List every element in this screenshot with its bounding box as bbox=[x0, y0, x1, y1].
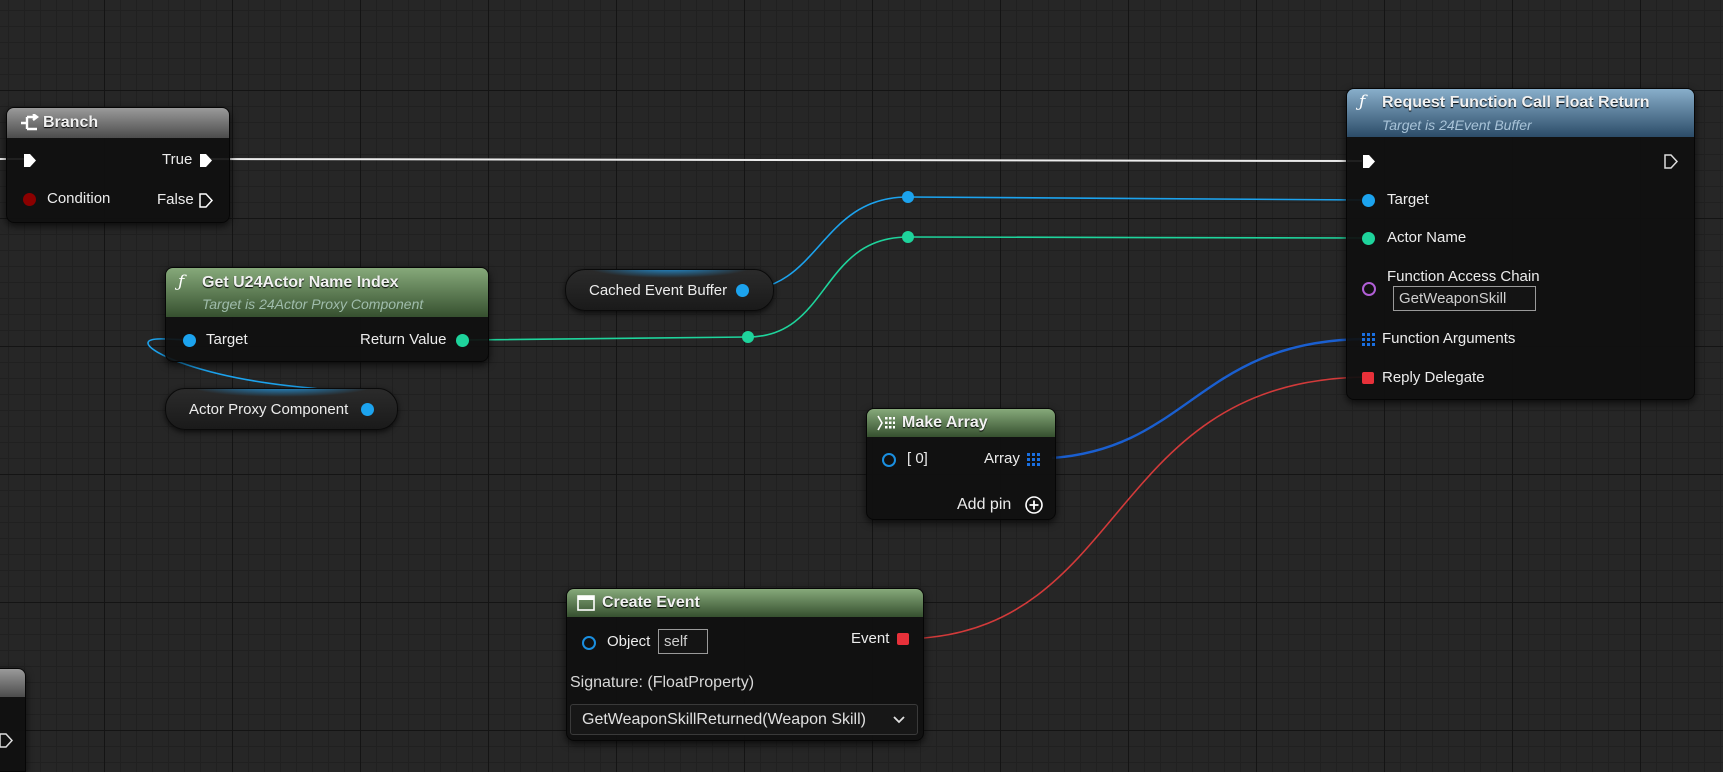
offscreen-exec-pin[interactable] bbox=[0, 733, 13, 748]
create-event-event-label: Event bbox=[851, 630, 890, 647]
make-array-array-pin[interactable] bbox=[1027, 453, 1040, 466]
get-name-index-target-label: Target bbox=[206, 331, 248, 348]
function-icon: ƒ bbox=[178, 272, 185, 292]
exec-wire bbox=[204, 158, 1363, 162]
get-name-index-target-pin[interactable] bbox=[183, 334, 196, 347]
get-name-index-return-pin[interactable] bbox=[456, 334, 469, 347]
request-function-access-chain-pin[interactable] bbox=[1362, 282, 1376, 296]
make-array-add-pin-label[interactable]: Add pin bbox=[957, 496, 1011, 514]
branch-true-label: True bbox=[162, 151, 193, 168]
create-event-header[interactable]: Create Event bbox=[567, 589, 923, 617]
request-reply-delegate-label: Reply Delegate bbox=[1382, 369, 1485, 386]
create-event-icon bbox=[577, 595, 595, 616]
request-function-arguments-label: Function Arguments bbox=[1382, 330, 1516, 347]
actor-proxy-component-label: Actor Proxy Component bbox=[189, 401, 349, 418]
request-exec-out-pin[interactable] bbox=[1664, 154, 1678, 169]
make-array-title: Make Array bbox=[902, 414, 988, 431]
cached-event-buffer-node[interactable]: Cached Event Buffer bbox=[565, 269, 774, 311]
request-actor-name-label: Actor Name bbox=[1387, 229, 1467, 246]
get-name-index-node[interactable]: ƒ Get U24Actor Name Index Target is 24Ac… bbox=[165, 267, 489, 362]
variable-glow bbox=[189, 389, 374, 397]
branch-node-header[interactable]: Branch bbox=[7, 108, 229, 138]
make-array-node[interactable]: Make Array [ 0] Array Add pin bbox=[866, 408, 1056, 520]
create-event-function-dropdown[interactable]: GetWeaponSkillReturned(Weapon Skill) bbox=[570, 704, 918, 735]
get-name-index-subtitle: Target is 24Actor Proxy Component bbox=[202, 296, 424, 312]
make-array-element0-pin[interactable] bbox=[882, 453, 896, 467]
request-actor-name-pin[interactable] bbox=[1362, 232, 1375, 245]
offscreen-node-header[interactable] bbox=[0, 669, 25, 697]
request-exec-in-pin[interactable] bbox=[1362, 154, 1375, 168]
request-function-call-node[interactable]: ƒ Request Function Call Float Return Tar… bbox=[1346, 88, 1695, 400]
make-array-array-label: Array bbox=[984, 450, 1020, 467]
make-array-header[interactable]: Make Array bbox=[867, 409, 1055, 437]
create-event-node[interactable]: Create Event Object self Event Signature… bbox=[566, 588, 924, 741]
request-target-label: Target bbox=[1387, 191, 1429, 208]
branch-exec-in-pin[interactable] bbox=[23, 153, 36, 167]
create-event-signature-label: Signature: (FloatProperty) bbox=[570, 674, 755, 691]
branch-condition-pin[interactable] bbox=[23, 193, 36, 206]
request-function-call-header[interactable]: ƒ Request Function Call Float Return Tar… bbox=[1347, 89, 1694, 137]
function-icon: ƒ bbox=[1359, 92, 1366, 112]
branch-title: Branch bbox=[43, 114, 99, 131]
request-reply-delegate-pin[interactable] bbox=[1362, 372, 1374, 384]
reroute-knot[interactable] bbox=[742, 331, 754, 343]
branch-icon bbox=[19, 113, 39, 137]
function-args-wire bbox=[1051, 337, 1367, 460]
branch-false-label: False bbox=[157, 191, 194, 208]
actor-proxy-component-pin[interactable] bbox=[361, 403, 374, 416]
create-event-object-input[interactable]: self bbox=[658, 629, 708, 654]
create-event-function-value: GetWeaponSkillReturned(Weapon Skill) bbox=[582, 711, 866, 728]
branch-false-pin[interactable] bbox=[199, 193, 213, 208]
branch-node[interactable]: Branch True Condition False bbox=[6, 107, 230, 223]
reroute-knot[interactable] bbox=[902, 231, 914, 243]
cached-event-buffer-label: Cached Event Buffer bbox=[589, 282, 728, 299]
offscreen-node[interactable] bbox=[0, 668, 26, 772]
make-array-element0-label: [ 0] bbox=[907, 450, 928, 467]
make-array-icon bbox=[877, 415, 895, 436]
cached-buffer-wire bbox=[741, 196, 1367, 291]
function-access-chain-input[interactable]: GetWeaponSkill bbox=[1393, 286, 1536, 311]
branch-condition-label: Condition bbox=[47, 190, 111, 207]
request-function-access-chain-label: Function Access Chain bbox=[1387, 268, 1540, 285]
reroute-knot[interactable] bbox=[902, 191, 914, 203]
chevron-down-icon bbox=[892, 713, 906, 731]
create-event-object-pin[interactable] bbox=[582, 636, 596, 650]
create-event-event-pin[interactable] bbox=[897, 633, 909, 645]
add-pin-icon[interactable] bbox=[1025, 496, 1043, 519]
get-name-index-title: Get U24Actor Name Index bbox=[202, 274, 399, 291]
get-name-index-return-label: Return Value bbox=[360, 331, 447, 348]
actor-proxy-component-node[interactable]: Actor Proxy Component bbox=[165, 388, 398, 430]
request-function-call-title: Request Function Call Float Return bbox=[1382, 94, 1650, 111]
request-target-pin[interactable] bbox=[1362, 194, 1375, 207]
variable-glow bbox=[586, 270, 753, 278]
create-event-object-label: Object bbox=[607, 633, 651, 650]
array-grid-icon[interactable] bbox=[1362, 333, 1375, 346]
get-name-index-header[interactable]: ƒ Get U24Actor Name Index Target is 24Ac… bbox=[166, 268, 488, 317]
cached-event-buffer-pin[interactable] bbox=[736, 284, 749, 297]
create-event-title: Create Event bbox=[602, 594, 700, 611]
branch-true-pin[interactable] bbox=[199, 153, 212, 167]
request-function-call-subtitle: Target is 24Event Buffer bbox=[1382, 117, 1532, 133]
